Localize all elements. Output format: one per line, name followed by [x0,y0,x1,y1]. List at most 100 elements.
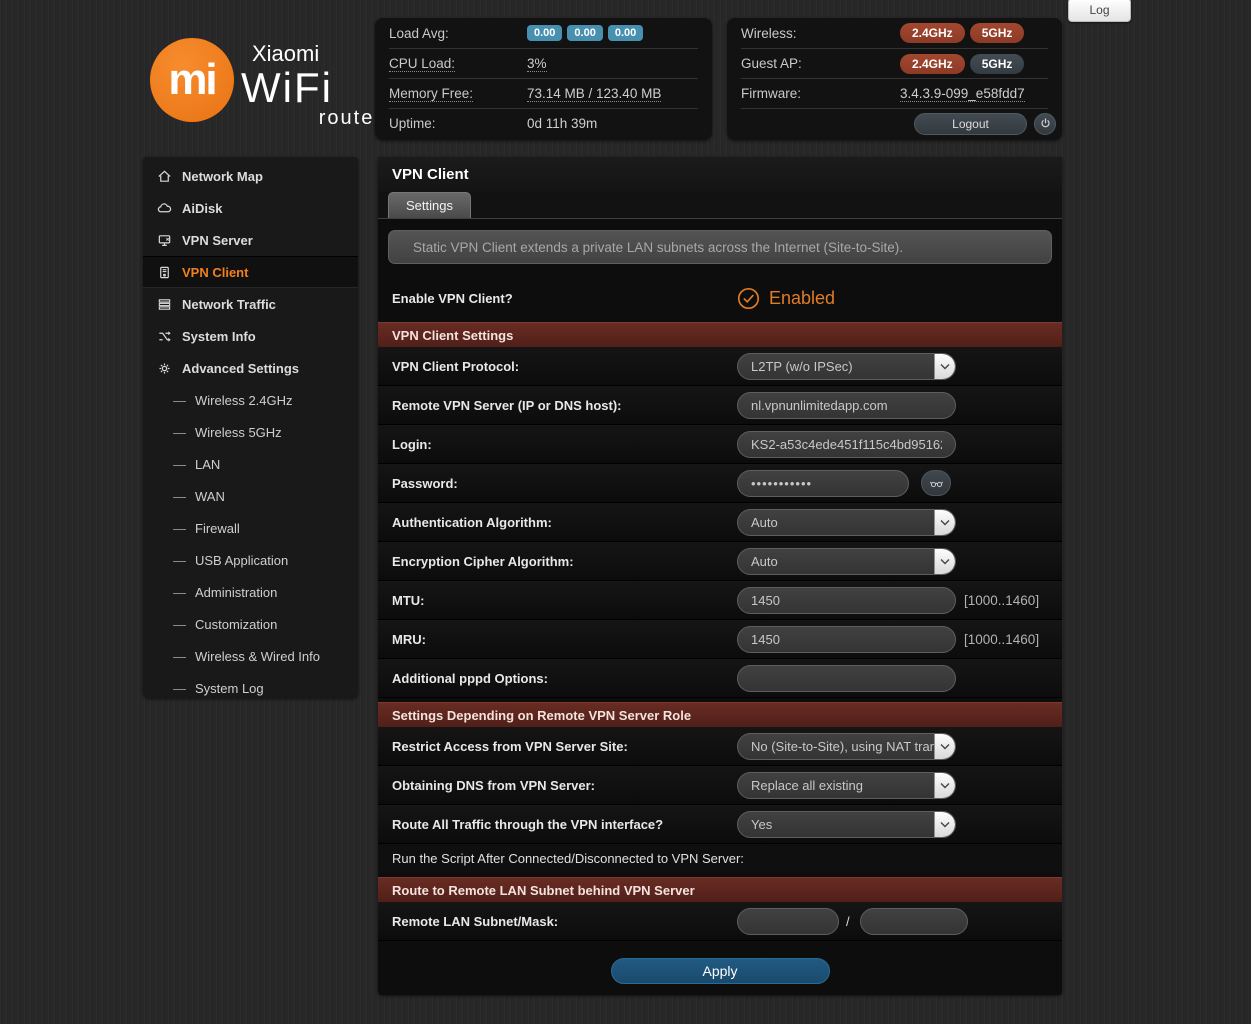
firmware-label: Firmware: [741,86,801,101]
auth-algorithm-select[interactable]: Auto [737,509,956,536]
sidebar-item-firewall[interactable]: —Firewall [143,512,358,544]
uptime-row: Uptime: 0d 11h 39m [389,108,698,138]
sidebar-item-system-info[interactable]: System Info [143,320,358,352]
load-avg-badge-15[interactable]: 0.00 [608,25,643,41]
mi-logo-icon: mi [150,38,234,122]
logo-brand-main: WiFi [241,67,383,109]
enable-vpn-toggle[interactable]: Enabled [737,287,835,310]
logout-button[interactable]: Logout [914,113,1027,135]
chevron-down-icon [934,773,955,798]
cpu-load-row: CPU Load: 3% [389,48,698,78]
memory-free-value[interactable]: 73.14 MB / 123.40 MB [527,86,661,102]
section-remote-lan-subnet: Route to Remote LAN Subnet behind VPN Se… [378,877,1062,902]
cipher-algorithm-select[interactable]: Auto [737,548,956,575]
load-avg-row: Load Avg: 0.00 0.00 0.00 [389,18,698,48]
sidebar-item-advanced-settings[interactable]: Advanced Settings [143,352,358,384]
field-row-mtu: MTU: [1000..1460] [378,581,1062,620]
sidebar-item-vpn-server[interactable]: VPN Server [143,224,358,256]
section-server-role: Settings Depending on Remote VPN Server … [378,702,1062,727]
chevron-down-icon [934,510,955,535]
home-icon [157,169,172,184]
enable-vpn-label: Enable VPN Client? [392,291,513,306]
guest-ap-label: Guest AP: [741,56,802,71]
route-all-traffic-select[interactable]: Yes [737,811,956,838]
chevron-down-icon [934,354,955,379]
wireless-label: Wireless: [741,26,797,41]
enable-vpn-row: Enable VPN Client? Enabled [378,275,1062,322]
field-row-remote-server: Remote VPN Server (IP or DNS host): [378,386,1062,425]
pppd-options-input[interactable] [737,665,956,692]
uptime-value: 0d 11h 39m [527,116,597,131]
protocol-select[interactable]: L2TP (w/o IPSec) [737,353,956,380]
tab-bar: Settings [378,192,1062,219]
traffic-list-icon [157,297,172,312]
sidebar-item-wireless-5ghz[interactable]: —Wireless 5GHz [143,416,358,448]
memory-free-label[interactable]: Memory Free: [389,86,473,102]
obtain-dns-select[interactable]: Replace all existing [737,772,956,799]
wireless-24ghz-badge[interactable]: 2.4GHz [900,23,965,43]
load-avg-badge-1[interactable]: 0.00 [527,25,562,41]
description-banner: Static VPN Client extends a private LAN … [388,230,1052,264]
apply-button[interactable]: Apply [611,958,830,984]
section-vpn-client-settings: VPN Client Settings [378,322,1062,347]
uptime-label: Uptime: [389,116,436,131]
load-avg-badge-5[interactable]: 0.00 [567,25,602,41]
run-script-link[interactable]: Run the Script After Connected/Disconnec… [378,844,1062,873]
mru-range-hint: [1000..1460] [964,632,1039,647]
logout-row: Logout [741,108,1048,138]
vpn-server-icon [157,233,172,248]
field-row-protocol: VPN Client Protocol: L2TP (w/o IPSec) [378,347,1062,386]
load-avg-label: Load Avg: [389,26,449,41]
field-row-auth-algorithm: Authentication Algorithm: Auto [378,503,1062,542]
sidebar-item-administration[interactable]: —Administration [143,576,358,608]
glasses-icon [929,476,944,491]
guest-24ghz-badge[interactable]: 2.4GHz [900,54,965,74]
cpu-load-label[interactable]: CPU Load: [389,56,455,72]
login-input[interactable] [737,431,956,458]
log-button[interactable]: Log [1068,0,1131,22]
gear-icon [157,361,172,376]
sidebar-item-wireless-wired-info[interactable]: —Wireless & Wired Info [143,640,358,672]
sidebar-item-lan[interactable]: —LAN [143,448,358,480]
mru-input[interactable] [737,626,956,653]
field-row-obtain-dns: Obtaining DNS from VPN Server: Replace a… [378,766,1062,805]
vpn-client-icon [157,265,172,280]
sidebar-nav: Network Map AiDisk VPN Server VPN Client… [143,157,358,698]
sidebar-item-usb-application[interactable]: —USB Application [143,544,358,576]
show-password-button[interactable] [921,470,951,496]
field-row-remote-lan-subnet: Remote LAN Subnet/Mask: / [378,902,1062,941]
remote-server-input[interactable] [737,392,956,419]
chevron-down-icon [934,734,955,759]
page-title: VPN Client [392,166,1048,183]
cloud-icon [157,201,172,216]
sidebar-item-network-traffic[interactable]: Network Traffic [143,288,358,320]
firmware-version-link[interactable]: 3.4.3.9-099_e58fdd7 [900,86,1025,102]
sidebar-item-network-map[interactable]: Network Map [143,160,358,192]
mtu-range-hint: [1000..1460] [964,593,1039,608]
mtu-input[interactable] [737,587,956,614]
chevron-down-icon [934,812,955,837]
remote-lan-mask-input[interactable] [860,908,968,935]
enable-vpn-status: Enabled [769,288,835,309]
system-status-panel: Load Avg: 0.00 0.00 0.00 CPU Load: 3% Me… [375,18,712,140]
remote-lan-subnet-input[interactable] [737,908,839,935]
wireless-5ghz-badge[interactable]: 5GHz [970,23,1025,43]
password-input[interactable] [737,470,909,497]
sidebar-item-aidisk[interactable]: AiDisk [143,192,358,224]
guest-5ghz-badge[interactable]: 5GHz [970,54,1025,74]
sidebar-item-wireless-24ghz[interactable]: —Wireless 2.4GHz [143,384,358,416]
field-row-route-all-traffic: Route All Traffic through the VPN interf… [378,805,1062,844]
subnet-mask-separator: / [846,914,850,929]
cpu-load-value[interactable]: 3% [527,56,547,72]
reboot-button[interactable] [1034,113,1056,135]
guest-ap-row: Guest AP: 2.4GHz 5GHz [741,48,1048,78]
field-row-login: Login: [378,425,1062,464]
memory-free-row: Memory Free: 73.14 MB / 123.40 MB [389,78,698,108]
sidebar-item-system-log[interactable]: —System Log [143,672,358,704]
sidebar-item-customization[interactable]: —Customization [143,608,358,640]
restrict-access-select[interactable]: No (Site-to-Site), using NAT trans [737,733,956,760]
wireless-panel: Wireless: 2.4GHz 5GHz Guest AP: 2.4GHz 5… [727,18,1062,140]
tab-settings[interactable]: Settings [388,192,471,218]
sidebar-item-vpn-client[interactable]: VPN Client [143,256,358,288]
sidebar-item-wan[interactable]: —WAN [143,480,358,512]
